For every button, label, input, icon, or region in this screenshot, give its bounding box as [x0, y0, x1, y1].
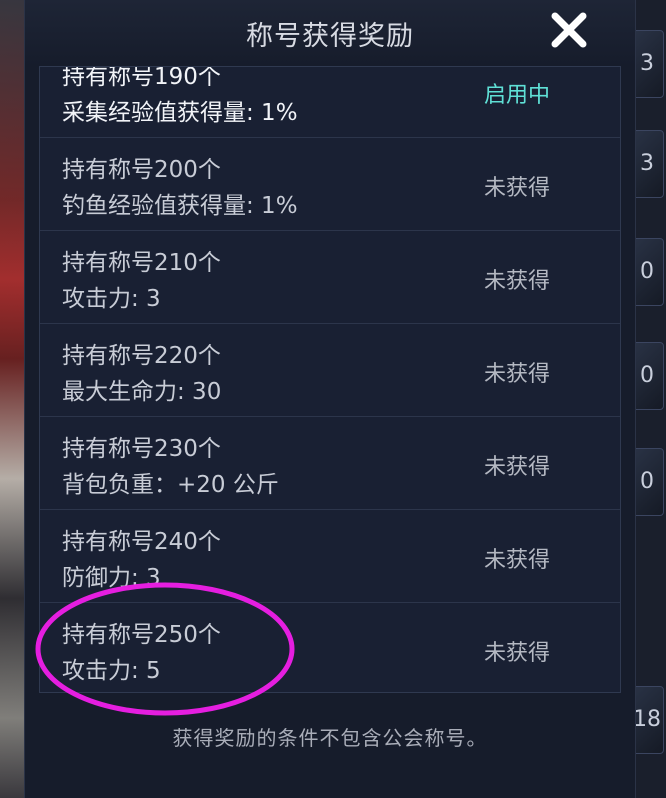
close-icon — [551, 12, 587, 48]
reward-row-title: 持有称号190个 — [62, 66, 221, 90]
reward-row-status: 未获得 — [484, 176, 551, 201]
close-button[interactable] — [547, 8, 591, 52]
reward-row: 持有称号250个 攻击力: 5 未获得 — [40, 603, 620, 692]
panel-title: 称号获得奖励 — [246, 21, 414, 52]
game-screen: 3 3 0 0 0 18 称号获得奖励 持有称号190个 采集经验值获得量: 1… — [0, 0, 666, 798]
reward-row-effect: 攻击力: 3 — [62, 286, 161, 312]
reward-row: 持有称号200个 钓鱼经验值获得量: 1% 未获得 — [40, 138, 620, 231]
reward-row-status: 未获得 — [484, 362, 551, 387]
reward-row: 持有称号190个 采集经验值获得量: 1% 启用中 — [40, 66, 620, 138]
reward-row-effect: 最大生命力: 30 — [62, 379, 222, 405]
reward-row-effect: 攻击力: 5 — [62, 658, 161, 684]
reward-row-title: 持有称号200个 — [62, 157, 221, 183]
reward-row-title: 持有称号250个 — [62, 622, 221, 648]
reward-row: 持有称号210个 攻击力: 3 未获得 — [40, 231, 620, 324]
reward-row-effect: 钓鱼经验值获得量: 1% — [62, 193, 298, 219]
reward-row-status: 未获得 — [484, 548, 551, 573]
reward-list[interactable]: 持有称号190个 采集经验值获得量: 1% 启用中 持有称号200个 钓鱼经验值… — [39, 66, 621, 693]
reward-row-status: 未获得 — [484, 641, 551, 666]
reward-row: 持有称号220个 最大生命力: 30 未获得 — [40, 324, 620, 417]
footer-note: 获得奖励的条件不包含公会称号。 — [172, 726, 488, 750]
reward-row: 持有称号240个 防御力: 3 未获得 — [40, 510, 620, 603]
reward-row-effect: 采集经验值获得量: 1% — [62, 100, 298, 126]
title-rewards-panel: 称号获得奖励 持有称号190个 采集经验值获得量: 1% 启用中 持有称号200… — [24, 0, 636, 798]
panel-header: 称号获得奖励 — [25, 0, 635, 66]
reward-row: 持有称号230个 背包负重：+20 公斤 未获得 — [40, 417, 620, 510]
reward-row-title: 持有称号210个 — [62, 250, 221, 276]
reward-row-effect: 背包负重：+20 公斤 — [62, 472, 279, 498]
reward-row-status: 未获得 — [484, 455, 551, 480]
reward-row-effect: 防御力: 3 — [62, 565, 161, 591]
reward-row-title: 持有称号220个 — [62, 343, 221, 369]
reward-row-title: 持有称号240个 — [62, 529, 221, 555]
reward-row-title: 持有称号230个 — [62, 436, 221, 462]
reward-row-status: 启用中 — [484, 83, 551, 108]
reward-row-status: 未获得 — [484, 269, 551, 294]
